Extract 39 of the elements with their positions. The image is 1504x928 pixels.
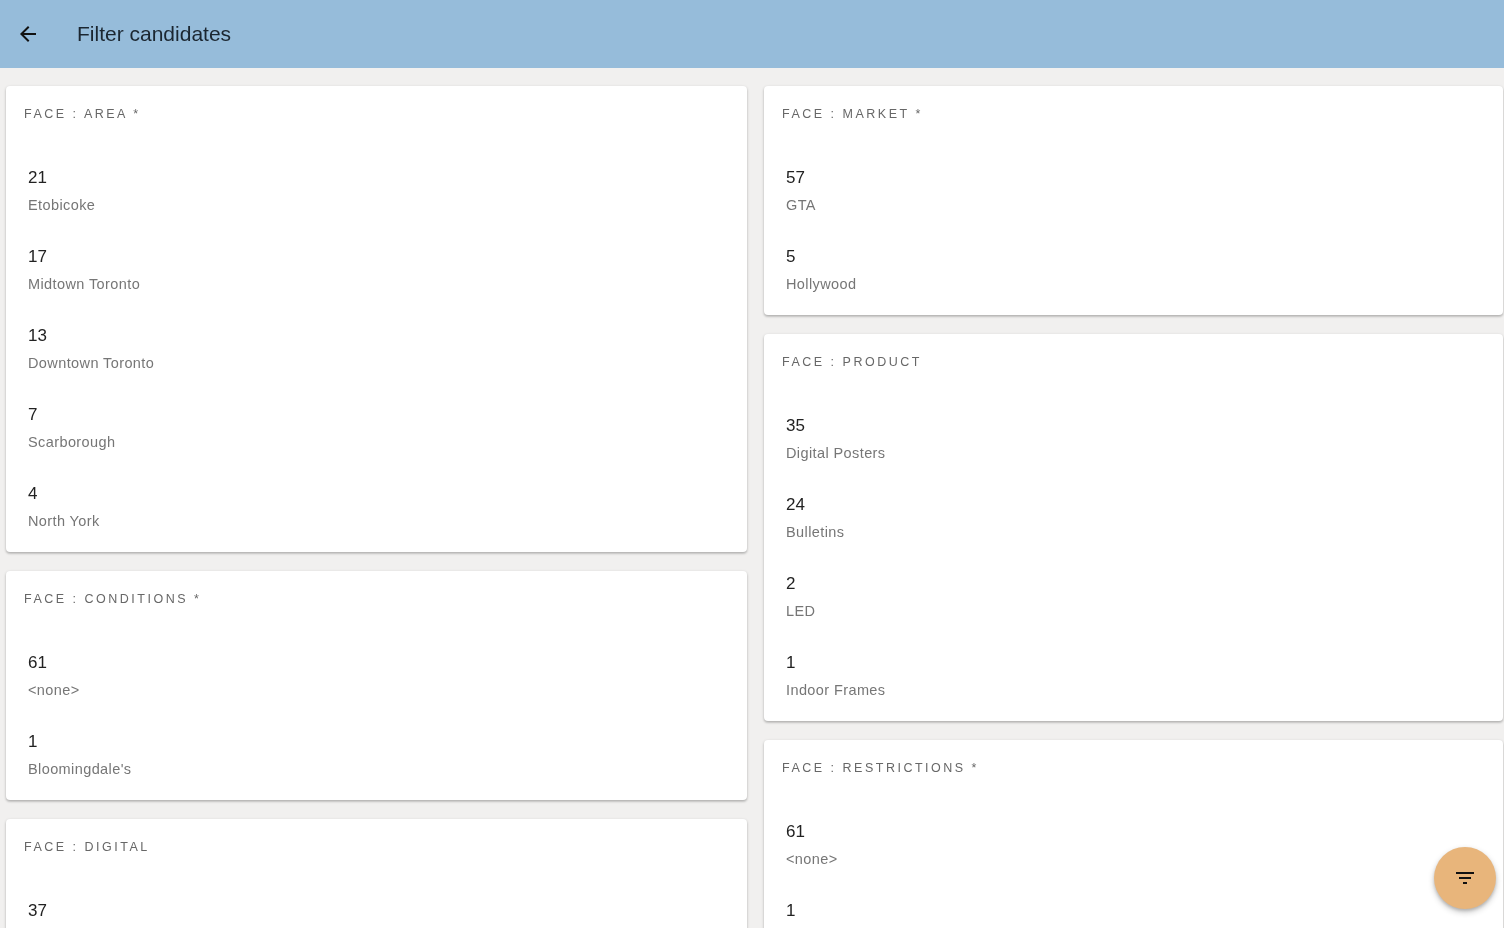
option-label: <none>	[786, 850, 838, 869]
option-count: 13	[28, 325, 47, 347]
option-count: 5	[786, 246, 796, 268]
facet-title: FACE : DIGITAL	[24, 839, 150, 855]
option-label: Hollywood	[786, 275, 857, 294]
option-label: Midtown Toronto	[28, 275, 141, 294]
facet-title: FACE : RESTRICTIONS *	[782, 760, 979, 776]
option-count: 7	[28, 404, 38, 426]
option-label: Bloomingdale's	[28, 760, 132, 779]
option-label: GTA	[786, 196, 816, 215]
back-arrow-icon	[19, 26, 37, 42]
option-label: <none>	[28, 681, 80, 700]
option-count: 61	[28, 652, 47, 674]
option-count: 1	[786, 900, 796, 922]
facet-title: FACE : AREA *	[24, 106, 141, 122]
option-count: 61	[786, 821, 805, 843]
option-label: Bulletins	[786, 523, 845, 542]
option-count: 37	[28, 900, 47, 922]
option-count: 57	[786, 167, 805, 189]
option-count: 21	[28, 167, 47, 189]
filter-icon	[1456, 872, 1474, 884]
option-count: 17	[28, 246, 47, 268]
facet-title: FACE : PRODUCT	[782, 354, 922, 370]
page-title: Filter candidates	[77, 21, 232, 47]
option-label: LED	[786, 602, 816, 621]
option-count: 4	[28, 483, 38, 505]
option-count: 35	[786, 415, 805, 437]
option-label: Downtown Toronto	[28, 354, 155, 373]
facet-title: FACE : CONDITIONS *	[24, 591, 202, 607]
option-count: 24	[786, 494, 805, 516]
option-label: Digital Posters	[786, 444, 886, 463]
option-count: 1	[786, 652, 796, 674]
option-count: 1	[28, 731, 38, 753]
facet-title: FACE : MARKET *	[782, 106, 923, 122]
option-label: Etobicoke	[28, 196, 96, 215]
option-label: Indoor Frames	[786, 681, 886, 700]
option-label: North York	[28, 512, 100, 531]
option-count: 2	[786, 573, 796, 595]
option-label: Scarborough	[28, 433, 116, 452]
